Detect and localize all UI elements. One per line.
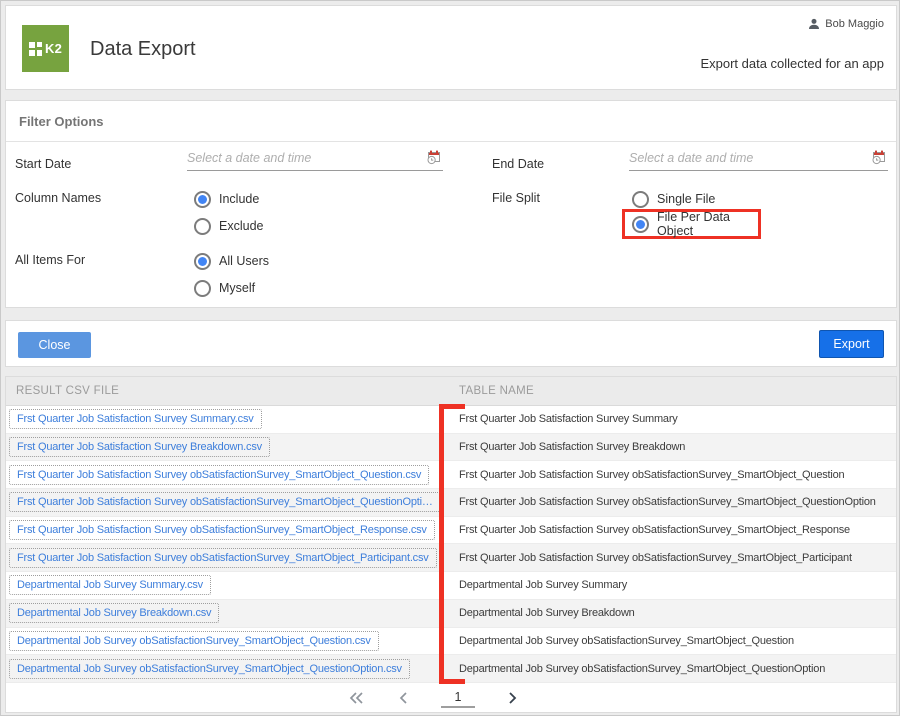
csv-file-cell: Frst Quarter Job Satisfaction Survey obS… [6, 465, 451, 485]
table-name-cell: Departmental Job Survey Breakdown [451, 607, 896, 619]
radio-selected-icon [194, 191, 211, 208]
end-date-picker-button[interactable] [867, 149, 888, 167]
csv-file-link[interactable]: Frst Quarter Job Satisfaction Survey obS… [9, 520, 435, 540]
table-row: Departmental Job Survey Breakdown.csv Dep… [6, 600, 896, 628]
radio-myself[interactable]: Myself [194, 276, 255, 300]
csv-file-link[interactable]: Frst Quarter Job Satisfaction Survey obS… [9, 492, 443, 512]
table-name-cell: Frst Quarter Job Satisfaction Survey obS… [451, 524, 896, 536]
start-date-label: Start Date [15, 157, 71, 171]
table-name-cell: Frst Quarter Job Satisfaction Survey Sum… [451, 413, 896, 425]
csv-file-link[interactable]: Frst Quarter Job Satisfaction Survey Bre… [9, 437, 270, 457]
radio-unselected-icon [632, 191, 649, 208]
radio-unselected-icon [194, 280, 211, 297]
results-table-card: RESULT CSV FILE TABLE NAME Frst Quarter … [5, 376, 897, 713]
user-name: Bob Maggio [825, 18, 884, 30]
actions-card: Close Export [5, 320, 897, 367]
radio-all-users[interactable]: All Users [194, 249, 269, 273]
end-date-field [629, 145, 888, 171]
table-name-cell: Frst Quarter Job Satisfaction Survey obS… [451, 469, 896, 481]
annotation-highlight-box: File Per Data Object [622, 209, 761, 239]
radio-selected-icon [194, 253, 211, 270]
csv-file-link[interactable]: Departmental Job Survey obSatisfactionSu… [9, 631, 379, 651]
filter-options-title: Filter Options [19, 114, 104, 129]
csv-file-link[interactable]: Departmental Job Survey Breakdown.csv [9, 603, 219, 623]
filter-options-card: Filter Options Start Date End Date [5, 100, 897, 308]
start-date-input[interactable] [187, 151, 422, 165]
table-row: Departmental Job Survey Summary.csv Depar… [6, 572, 896, 600]
table-row: Departmental Job Survey obSatisfactionSu… [6, 628, 896, 656]
table-row: Frst Quarter Job Satisfaction Survey obS… [6, 489, 896, 517]
person-icon [808, 18, 820, 30]
table-name-cell: Departmental Job Survey obSatisfactionSu… [451, 663, 896, 675]
next-page-button[interactable] [503, 688, 521, 708]
chevron-left-icon [397, 690, 411, 706]
all-items-for-label: All Items For [15, 253, 85, 267]
csv-file-link[interactable]: Frst Quarter Job Satisfaction Survey Sum… [9, 409, 262, 429]
data-export-page: K2 Data Export Bob Maggio Export data co… [0, 0, 900, 716]
csv-file-link[interactable]: Departmental Job Survey obSatisfactionSu… [9, 659, 410, 679]
page-subtitle: Export data collected for an app [700, 56, 884, 71]
radio-file-per-data-object[interactable]: File Per Data Object [632, 212, 758, 236]
table-body: Frst Quarter Job Satisfaction Survey Sum… [6, 406, 896, 683]
radio-exclude[interactable]: Exclude [194, 214, 263, 238]
table-row: Departmental Job Survey obSatisfactionSu… [6, 655, 896, 683]
k2-logo-squares-icon [29, 42, 42, 56]
close-button[interactable]: Close [18, 332, 91, 358]
table-name-cell: Departmental Job Survey obSatisfactionSu… [451, 635, 896, 647]
pagination: 1 [0, 683, 878, 714]
column-header-result-csv-file: RESULT CSV FILE [6, 385, 451, 397]
previous-page-button[interactable] [395, 688, 413, 708]
end-date-input[interactable] [629, 151, 867, 165]
page-title: Data Export [90, 38, 196, 61]
first-page-button[interactable] [345, 688, 367, 708]
double-chevron-left-icon [347, 690, 365, 706]
calendar-clock-icon [426, 149, 442, 165]
file-split-label: File Split [492, 191, 540, 205]
end-date-label: End Date [492, 157, 544, 171]
export-button[interactable]: Export [819, 330, 884, 358]
radio-unselected-icon [194, 218, 211, 235]
csv-file-cell: Departmental Job Survey obSatisfactionSu… [6, 631, 451, 651]
calendar-clock-icon [871, 149, 887, 165]
divider [6, 141, 896, 142]
csv-file-cell: Departmental Job Survey Summary.csv [6, 575, 451, 595]
csv-file-cell: Frst Quarter Job Satisfaction Survey Sum… [6, 409, 451, 429]
table-row: Frst Quarter Job Satisfaction Survey Bre… [6, 434, 896, 462]
table-row: Frst Quarter Job Satisfaction Survey obS… [6, 461, 896, 489]
table-row: Frst Quarter Job Satisfaction Survey obS… [6, 544, 896, 572]
radio-selected-icon [632, 216, 649, 233]
k2-logo-text: K2 [45, 41, 62, 56]
csv-file-link[interactable]: Departmental Job Survey Summary.csv [9, 575, 211, 595]
radio-single-file[interactable]: Single File [632, 187, 715, 211]
radio-include[interactable]: Include [194, 187, 259, 211]
start-date-picker-button[interactable] [422, 149, 443, 167]
header-card: K2 Data Export Bob Maggio Export data co… [5, 5, 897, 90]
csv-file-cell: Frst Quarter Job Satisfaction Survey obS… [6, 492, 451, 512]
table-row: Frst Quarter Job Satisfaction Survey Sum… [6, 406, 896, 434]
table-name-cell: Frst Quarter Job Satisfaction Survey Bre… [451, 441, 896, 453]
table-name-cell: Departmental Job Survey Summary [451, 579, 896, 591]
column-header-table-name: TABLE NAME [451, 385, 896, 397]
csv-file-link[interactable]: Frst Quarter Job Satisfaction Survey obS… [9, 465, 429, 485]
csv-file-cell: Frst Quarter Job Satisfaction Survey obS… [6, 520, 451, 540]
csv-file-cell: Frst Quarter Job Satisfaction Survey obS… [6, 548, 451, 568]
table-header-row: RESULT CSV FILE TABLE NAME [6, 377, 896, 406]
user-menu[interactable]: Bob Maggio [808, 18, 884, 30]
column-names-label: Column Names [15, 191, 101, 205]
chevron-right-icon [505, 690, 519, 706]
table-name-cell: Frst Quarter Job Satisfaction Survey obS… [451, 496, 896, 508]
table-row: Frst Quarter Job Satisfaction Survey obS… [6, 517, 896, 545]
csv-file-cell: Departmental Job Survey Breakdown.csv [6, 603, 451, 623]
start-date-field [187, 145, 443, 171]
table-name-cell: Frst Quarter Job Satisfaction Survey obS… [451, 552, 896, 564]
csv-file-link[interactable]: Frst Quarter Job Satisfaction Survey obS… [9, 548, 437, 568]
current-page-indicator[interactable]: 1 [441, 688, 476, 708]
csv-file-cell: Frst Quarter Job Satisfaction Survey Bre… [6, 437, 451, 457]
csv-file-cell: Departmental Job Survey obSatisfactionSu… [6, 659, 451, 679]
k2-logo: K2 [22, 25, 69, 72]
